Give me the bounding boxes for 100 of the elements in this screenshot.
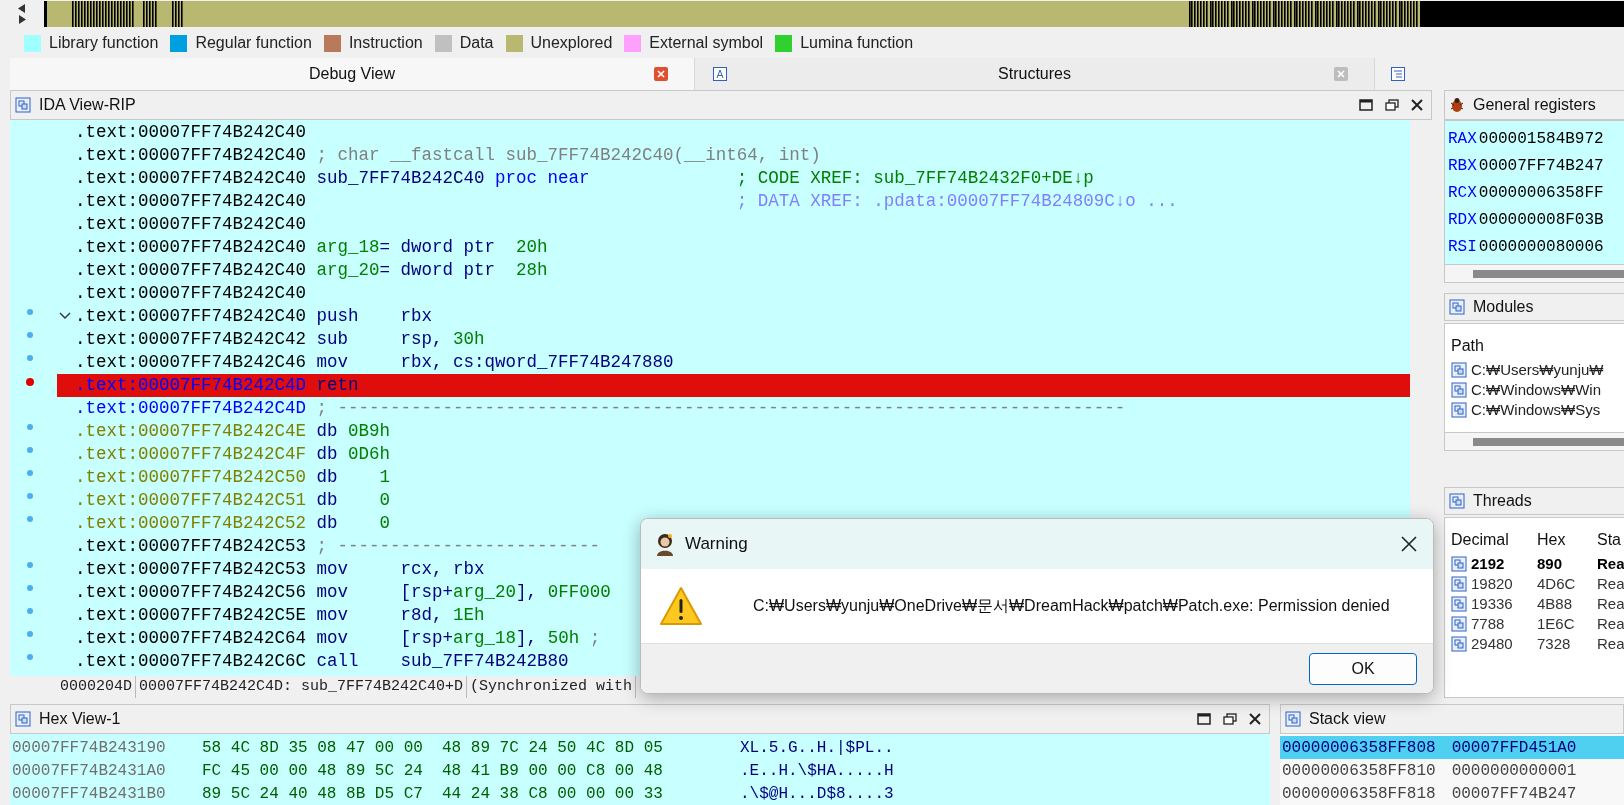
- hex-bytes: 89 5C 24 40 48 8B D5 C7: [202, 783, 424, 805]
- module-icon: [1451, 402, 1467, 418]
- panel-title: Hex View-1: [39, 709, 121, 729]
- warning-icon: [659, 586, 703, 626]
- code-line: .text:00007FF74B242C51 db 0: [75, 489, 391, 513]
- status-text: (Synchronized with: [467, 675, 637, 699]
- column-header[interactable]: Decimal: [1451, 528, 1537, 552]
- restore-icon[interactable]: [1223, 713, 1237, 725]
- legend-label: External symbol: [649, 33, 764, 53]
- status-text: 0000204D: [57, 675, 136, 699]
- table-cell-text: 7328: [1537, 633, 1572, 654]
- register-value: 0000000080006: [1478, 236, 1604, 258]
- chevron-icon[interactable]: [59, 312, 71, 320]
- dialog-message: C:₩Users₩yunju₩OneDrive₩문서₩DreamHack₩patch₩Patch.exe: Permission denied: [753, 596, 1390, 616]
- register-value: 00007FF74B247: [1478, 155, 1604, 177]
- close-icon[interactable]: [1401, 536, 1417, 552]
- register-name: RAX: [1448, 128, 1477, 150]
- stack-value: 00007FFD451A0: [1451, 737, 1577, 759]
- hex-address: 00007FF74B2431B0: [11, 783, 167, 805]
- view-icon: [15, 711, 31, 727]
- ok-button[interactable]: OK: [1309, 652, 1417, 685]
- stack-address: 00000006358FF818: [1281, 783, 1436, 805]
- thread-icon: [1451, 636, 1467, 652]
- code-line: .text:00007FF74B242C40 sub_7FF74B242C40 proc near ; CODE XREF: sub_7FF74B2432F0+DE↓p: [75, 167, 1094, 191]
- legend-label: Regular function: [195, 33, 312, 53]
- hex-bytes: FC 45 00 00 48 89 5C 24: [202, 760, 424, 782]
- panel-title: Stack view: [1309, 709, 1386, 729]
- table-cell-text: 2192: [1471, 553, 1506, 574]
- navigation-band-drawing[interactable]: [44, 1, 1624, 27]
- register-name: RCX: [1448, 182, 1477, 204]
- panel-title: IDA View-RIP: [39, 95, 136, 115]
- legend-label: Lumina function: [800, 33, 914, 53]
- code-line: .text:00007FF74B242C40: [75, 121, 307, 145]
- stack-value: 0000000000001: [1451, 760, 1577, 782]
- table-cell-text: 4D6C: [1537, 573, 1577, 594]
- maximize-icon[interactable]: [1197, 713, 1211, 725]
- legend-label: Unexplored: [530, 33, 613, 53]
- register-name: RDX: [1448, 209, 1477, 231]
- table-cell-text: Rea: [1597, 553, 1624, 574]
- table-cell-text: 890: [1537, 553, 1564, 574]
- list-icon[interactable]: [1391, 67, 1405, 81]
- tab[interactable]: Debug View: [10, 58, 695, 90]
- left-arrow-icon[interactable]: [18, 4, 26, 13]
- hex-address: 00007FF74B243190: [11, 737, 167, 759]
- column-header[interactable]: Hex: [1537, 528, 1597, 552]
- code-line: .text:00007FF74B242C40: [75, 282, 307, 306]
- register-value: 000001584B972: [1478, 128, 1604, 150]
- restore-icon[interactable]: [1385, 99, 1399, 111]
- code-line: .text:00007FF74B242C4D ; ---------------------------------------------------------------------------: [75, 397, 1126, 421]
- hex-bytes: 44 24 38 C8 00 00 00 33: [442, 783, 664, 805]
- code-line: .text:00007FF74B242C40: [75, 213, 307, 237]
- module-icon: [1451, 382, 1467, 398]
- breakpoint-icon[interactable]: [26, 378, 34, 386]
- legend-label: Data: [459, 33, 494, 53]
- code-line: .text:00007FF74B242C40 arg_20= dword ptr 28h: [75, 259, 548, 283]
- panel-title: Modules: [1473, 297, 1534, 317]
- close-icon[interactable]: [1249, 713, 1261, 725]
- thread-icon: [1449, 493, 1465, 509]
- code-line: .text:00007FF74B242C64 mov [rsp+arg_18], 50h ;: [75, 627, 601, 651]
- thread-icon: [1451, 616, 1467, 632]
- stack-value: 00007FF74B247: [1451, 783, 1577, 805]
- column-header: Path: [1451, 336, 1485, 356]
- code-line: .text:00007FF74B242C6C call sub_7FF74B242B80: [75, 650, 569, 674]
- code-line: .text:00007FF74B242C4E db 0B9h: [75, 420, 391, 444]
- register-name: RBX: [1448, 155, 1477, 177]
- bug-icon: [1449, 97, 1465, 113]
- view-icon: [1285, 711, 1301, 727]
- close-icon[interactable]: [1411, 99, 1423, 111]
- dialog-title: Warning: [685, 533, 748, 556]
- hex-bytes: 58 4C 8D 35 08 47 00 00: [202, 737, 424, 759]
- table-cell-text: Rea: [1597, 633, 1624, 654]
- right-arrow-icon[interactable]: [18, 15, 26, 24]
- code-line: .text:00007FF74B242C53 mov rcx, rbx: [75, 558, 485, 582]
- register-name: RSI: [1448, 236, 1477, 258]
- hex-ascii: .E..H.\$HA.....H: [740, 760, 894, 782]
- maximize-icon[interactable]: [1359, 99, 1373, 111]
- code-line: .text:00007FF74B242C40 ; DATA XREF: .pdata:00007FF74B24809C↓o ...: [75, 190, 1178, 214]
- thread-icon: [1451, 556, 1467, 572]
- stack-address: 00000006358FF810: [1281, 760, 1436, 782]
- code-line: .text:00007FF74B242C53 ; -------------------------: [75, 535, 601, 559]
- scrollbar[interactable]: [1473, 437, 1624, 446]
- code-line: .text:00007FF74B242C4D retn: [75, 374, 359, 398]
- panel-title: General registers: [1473, 95, 1596, 115]
- tab[interactable]: Structures: [695, 58, 1375, 90]
- table-cell-text: Rea: [1597, 613, 1624, 634]
- structure-icon: [713, 67, 727, 81]
- code-line: .text:00007FF74B242C42 sub rsp, 30h: [75, 328, 485, 352]
- column-header[interactable]: Sta: [1597, 528, 1621, 552]
- code-line: .text:00007FF74B242C4F db 0D6h: [75, 443, 391, 467]
- thread-icon: [1451, 596, 1467, 612]
- scrollbar[interactable]: [1473, 269, 1624, 278]
- code-line: .text:00007FF74B242C40 arg_18= dword ptr 20h: [75, 236, 548, 260]
- register-value: 000000008F03B: [1478, 209, 1604, 231]
- legend-label: Instruction: [348, 33, 423, 53]
- panel-title: Threads: [1473, 491, 1532, 511]
- view-icon: [15, 97, 31, 113]
- table-cell-text: 19336: [1471, 593, 1514, 614]
- table-cell-text: Rea: [1597, 593, 1624, 614]
- thread-icon: [1451, 576, 1467, 592]
- status-text: 00007FF74B242C4D: sub_7FF74B242C40+D: [136, 675, 468, 699]
